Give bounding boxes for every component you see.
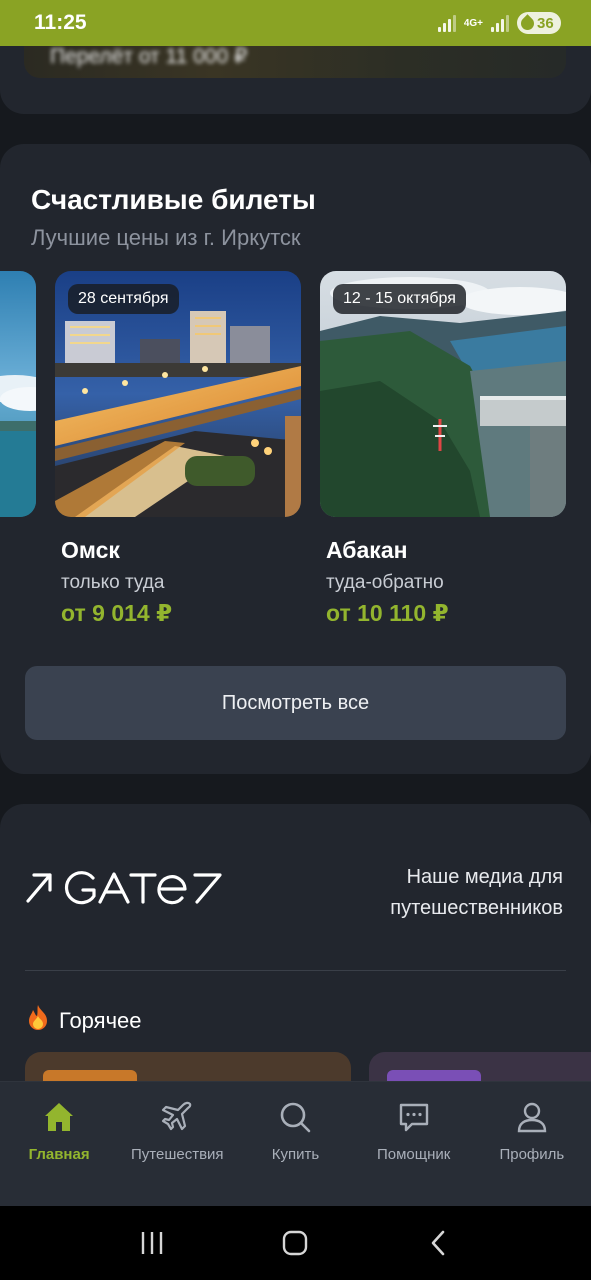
nav-item-travels[interactable]: Путешествия — [118, 1082, 236, 1206]
nav-label: Купить — [271, 1146, 320, 1163]
nav-label: Профиль — [499, 1146, 565, 1163]
ticket-price: от 9 014 ₽ — [61, 600, 173, 626]
network-type: 4G+ — [463, 17, 483, 29]
promo-banner-text: Перелёт от 11 000 ₽ — [50, 45, 248, 68]
hot-heading: Горячее — [25, 1004, 142, 1038]
back-icon[interactable] — [419, 1223, 459, 1263]
section-title: Счастливые билеты — [31, 184, 316, 215]
ticket-city: Омск — [61, 537, 120, 563]
ticket-card-abakan[interactable]: 12 - 15 октября Абакан туда-обратно от 1… — [320, 271, 566, 627]
nav-item-buy[interactable]: Купить — [236, 1082, 354, 1206]
gate-tagline: Наше медиа для путешественников — [353, 862, 563, 924]
nav-item-home[interactable]: Главная — [0, 1082, 118, 1206]
chat-icon — [395, 1098, 433, 1136]
ticket-price: от 10 110 ₽ — [326, 600, 449, 626]
profile-icon — [513, 1098, 551, 1136]
home-icon — [40, 1098, 78, 1136]
gate-tagline-line2: путешественников — [390, 897, 563, 919]
nav-label: Путешествия — [131, 1146, 224, 1163]
ticket-image — [0, 271, 36, 517]
status-bar: 11:25 4G+ 36 — [0, 0, 591, 46]
bottom-navigation: Главная Путешествия Купить Помощник Проф… — [0, 1081, 591, 1206]
section-subtitle: Лучшие цены из г. Иркутск — [31, 225, 301, 250]
plane-icon — [158, 1098, 196, 1136]
see-all-button[interactable]: Посмотреть все — [25, 666, 566, 740]
fire-icon — [25, 1004, 51, 1038]
ticket-date: 28 сентября — [68, 284, 179, 314]
ticket-date: 12 - 15 октября — [333, 284, 466, 314]
lucky-tickets-section: Счастливые билеты Лучшие цены из г. Ирку… — [0, 144, 591, 774]
app-screen: Перелёт от 11 000 ₽ 11:25 4G+ 36 Счастли… — [0, 0, 591, 1280]
hot-label: Горячее — [59, 1008, 142, 1033]
recents-icon[interactable] — [132, 1223, 172, 1263]
gate-tagline-line1: Наше медиа для — [406, 866, 563, 888]
home-button-icon[interactable] — [275, 1223, 315, 1263]
ticket-card-previous[interactable] — [0, 271, 36, 517]
ticket-type: только туда — [61, 572, 165, 593]
ticket-card-omsk[interactable]: 28 сентября Омск только туда от 9 014 ₽ — [55, 271, 301, 627]
ticket-image-omsk: 28 сентября — [55, 271, 301, 517]
status-time: 11:25 — [34, 11, 87, 34]
nav-item-assistant[interactable]: Помощник — [355, 1082, 473, 1206]
system-navigation-bar — [0, 1206, 591, 1280]
battery-percent: 36 — [537, 14, 554, 32]
divider — [25, 970, 566, 971]
nav-item-profile[interactable]: Профиль — [473, 1082, 591, 1206]
ticket-type: туда-обратно — [326, 572, 444, 593]
status-icons: 4G+ 36 — [437, 12, 561, 34]
battery-saver-icon — [518, 13, 537, 33]
search-icon — [276, 1098, 314, 1136]
signal-icon — [437, 14, 456, 32]
gate-logo[interactable] — [25, 868, 225, 908]
nav-label: Помощник — [376, 1146, 451, 1163]
signal-icon-2 — [491, 14, 509, 32]
ticket-image-abakan: 12 - 15 октября — [320, 271, 566, 517]
ticket-city: Абакан — [326, 537, 408, 563]
nav-label: Главная — [28, 1146, 90, 1163]
battery-indicator: 36 — [517, 12, 561, 34]
